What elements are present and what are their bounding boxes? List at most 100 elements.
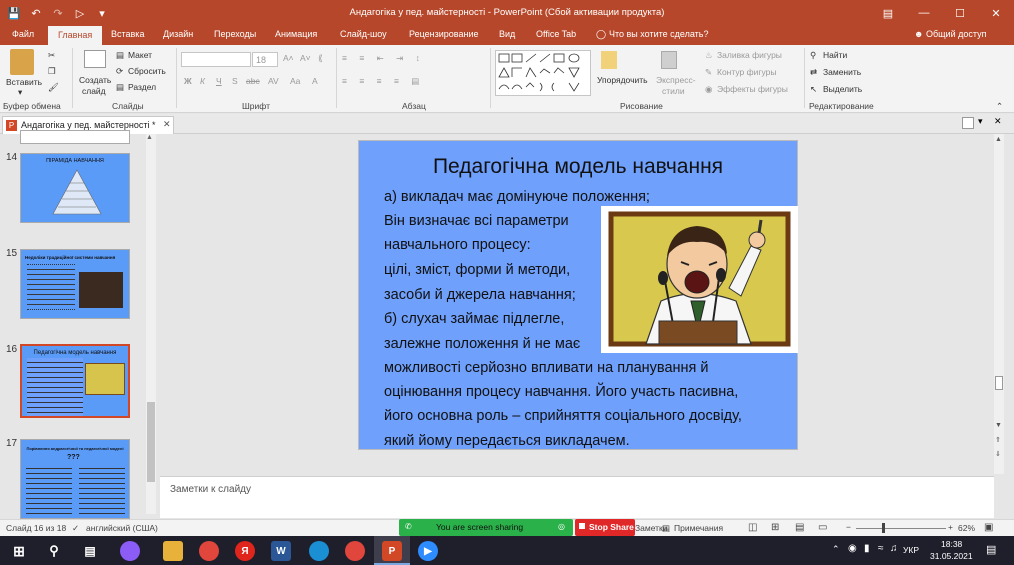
arrange-icon[interactable] (601, 51, 617, 69)
task-view-icon[interactable]: ▤ (80, 541, 100, 561)
language-label[interactable]: английский (США) (86, 523, 158, 533)
clear-formatting-icon[interactable]: ⟪ (318, 53, 323, 64)
bold-button[interactable]: Ж (184, 76, 192, 86)
new-slide-icon[interactable] (84, 50, 106, 68)
comments-icon[interactable]: ▤ (662, 523, 670, 534)
replace-button[interactable]: Заменить (823, 67, 861, 77)
quick-styles-icon[interactable] (661, 51, 677, 69)
align-buttons[interactable]: ≡ ≡ ≡ ≡ ▤ (342, 76, 424, 87)
new-slide-button-line2[interactable]: слайд (82, 86, 106, 96)
scrollbar-thumb[interactable] (147, 402, 155, 482)
tab-file[interactable]: Файл (12, 29, 34, 39)
shrink-font-icon[interactable]: A˅ (300, 53, 311, 63)
minimize-button[interactable]: — (906, 0, 942, 26)
slide-text-line[interactable]: цілі, зміст, форми й методи, (384, 262, 570, 278)
format-painter-icon[interactable]: 🖌 (48, 82, 59, 93)
layout-button[interactable]: Макет (128, 50, 152, 60)
tab-slideshow[interactable]: Слайд-шоу (340, 29, 387, 39)
scroll-up-icon[interactable]: ▲ (146, 134, 153, 141)
thumbnail-scrollbar[interactable]: ▲ (146, 134, 156, 514)
tab-insert[interactable]: Вставка (111, 29, 144, 39)
input-language[interactable]: УКР (903, 545, 919, 555)
slide-thumbnail-15[interactable]: Недоліки традиційної системи навчання (20, 249, 130, 319)
file-explorer-icon[interactable] (163, 541, 183, 561)
slide-text-line[interactable]: оцінювання процесу навчання. Його участь… (384, 384, 738, 400)
slide-thumbnail-16[interactable]: Педагогічна модель навчання (20, 344, 130, 418)
zoom-icon[interactable]: ▶ (418, 541, 438, 561)
collapse-ribbon-icon[interactable]: ⌃ (996, 101, 1003, 112)
share-button[interactable]: Общий доступ (926, 29, 986, 39)
slideshow-view-icon[interactable]: ▭ (818, 522, 827, 533)
maximize-button[interactable]: ☐ (942, 0, 978, 26)
slide-text-line[interactable]: а) викладач має домінуюче положення; (384, 189, 650, 205)
zoom-level[interactable]: 62% (958, 523, 975, 533)
volume-icon[interactable]: ♫ (890, 543, 898, 554)
speaker-cartoon-picture[interactable] (601, 206, 798, 353)
close-tab-icon[interactable]: ✕ (163, 119, 171, 130)
editor-scrollbar[interactable]: ▲ ▼ ⇑ ⇓ (994, 134, 1004, 474)
yandex-browser-icon[interactable]: Я (235, 541, 255, 561)
shape-outline-icon[interactable]: ✎ (705, 67, 712, 78)
new-tab-icon[interactable] (962, 117, 974, 129)
replace-icon[interactable]: ⇄ (810, 67, 817, 78)
section-button[interactable]: Раздел (128, 82, 156, 92)
slide-thumbnail-17[interactable]: Порівняння андрагогічної та педагогічної… (20, 439, 130, 519)
tab-home[interactable]: Главная (48, 26, 103, 45)
fit-slide-icon[interactable]: ▣ (984, 522, 993, 533)
tab-animations[interactable]: Анимация (275, 29, 317, 39)
slide-text-line[interactable]: засоби й джерела навчання; (384, 287, 576, 303)
slide-text-line[interactable]: його основна роль – сприйняття соціально… (384, 408, 742, 424)
scrollbar-thumb[interactable] (995, 376, 1003, 390)
find-icon[interactable]: ⚲ (810, 50, 816, 61)
slide-sorter-icon[interactable]: ⊞ (771, 522, 779, 533)
list-buttons[interactable]: ≡ ≡ ⇤ ⇥ ↕ (342, 53, 425, 64)
char-spacing-button[interactable]: AV (268, 76, 279, 86)
zoom-out-icon[interactable]: − (846, 522, 851, 532)
tell-me-search[interactable]: Что вы хотите сделать? (609, 29, 709, 39)
battery-icon[interactable]: ▮ (864, 543, 870, 554)
slide-text-line[interactable]: Він визначає всі параметри (384, 213, 569, 229)
chrome-icon[interactable] (199, 541, 219, 561)
arrange-button[interactable]: Упорядочить (597, 75, 648, 85)
tab-list-icon[interactable]: ▾ (978, 116, 983, 127)
slide-thumbnail-14[interactable]: ПІРАМІДА НАВЧАННЯ (20, 153, 130, 223)
chrome-icon-2[interactable] (345, 541, 365, 561)
close-button[interactable]: ✕ (978, 0, 1014, 26)
strikethrough-button[interactable]: abc (246, 76, 260, 86)
scroll-up-icon[interactable]: ▲ (995, 136, 1002, 143)
cut-icon[interactable]: ✂ (48, 50, 55, 61)
slide-text-line[interactable]: б) слухач займає підлегле, (384, 311, 564, 327)
clock-date[interactable]: 31.05.2021 (930, 551, 973, 561)
reading-view-icon[interactable]: ▤ (795, 522, 804, 533)
reset-icon[interactable]: ⟳ (116, 66, 123, 77)
change-case-button[interactable]: Aa (290, 76, 300, 86)
paste-icon[interactable] (10, 49, 34, 75)
shape-outline-button[interactable]: Контур фигуры (717, 67, 776, 77)
new-slide-button[interactable]: Создать (79, 75, 111, 85)
show-hidden-icons[interactable]: ⌃ (832, 544, 840, 555)
slide-text-line[interactable]: навчального процесу: (384, 237, 531, 253)
notifications-icon[interactable]: ▤ (986, 543, 996, 556)
font-name-field[interactable] (181, 52, 251, 67)
find-button[interactable]: Найти (823, 50, 847, 60)
chevron-down-icon[interactable]: ▾ (18, 87, 22, 98)
edge-icon[interactable] (309, 541, 329, 561)
normal-view-icon[interactable]: ◫ (748, 522, 757, 533)
reset-button[interactable]: Сбросить (128, 66, 166, 76)
notes-pane[interactable]: Заметки к слайду (160, 476, 994, 518)
paste-button[interactable]: Вставить (6, 77, 42, 87)
notes-placeholder[interactable]: Заметки к слайду (170, 484, 251, 495)
comments-button[interactable]: Примечания (674, 523, 723, 533)
slide-thumbnail-13[interactable] (20, 130, 130, 144)
word-icon[interactable]: W (271, 541, 291, 561)
zoom-slider[interactable] (856, 528, 946, 529)
quick-styles-button[interactable]: Экспресс- (656, 75, 696, 85)
scroll-down-icon[interactable]: ▼ (995, 422, 1002, 429)
tab-office-tab[interactable]: Office Tab (536, 29, 576, 39)
prev-slide-icon[interactable]: ⇑ (995, 436, 1001, 444)
wifi-icon[interactable]: ≈ (878, 543, 884, 554)
font-color-button[interactable]: A (312, 76, 318, 86)
stop-share-button[interactable]: Stop Share (575, 519, 635, 536)
spellcheck-icon[interactable]: ✓ (72, 523, 79, 534)
current-slide[interactable]: Педагогічна модель навчання а) викладач … (358, 140, 798, 450)
